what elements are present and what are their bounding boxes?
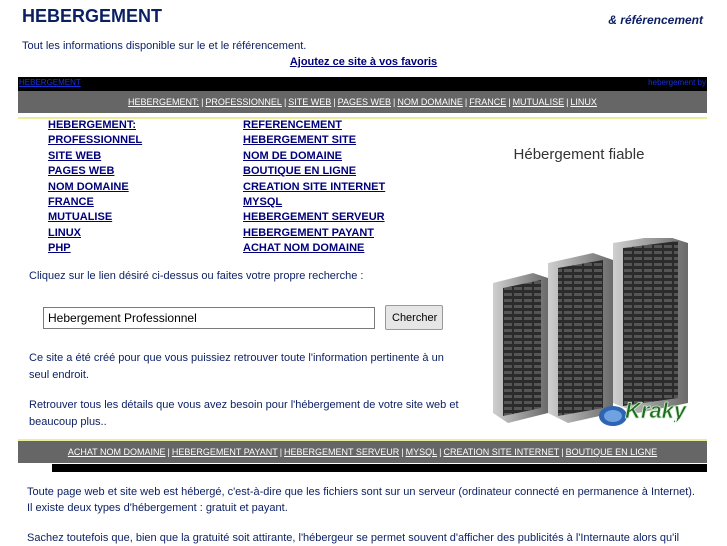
add-favorites-link[interactable]: Ajoutez ce site à vos favoris <box>0 56 727 68</box>
bottom-nav-link[interactable]: HEBERGEMENT SERVEUR <box>284 447 399 457</box>
link-item[interactable]: ACHAT NOM DOMAINE <box>243 242 385 257</box>
top-nav-link[interactable]: HEBERGEMENT: <box>128 97 199 107</box>
link-item[interactable]: LINUX <box>48 227 142 242</box>
servers-image: Kraky HOSTING <box>493 238 688 426</box>
link-item[interactable]: NOM DE DOMAINE <box>243 150 385 165</box>
site-tagline: & référencement <box>608 13 703 27</box>
article-paragraph: Toute page web et site web est hébergé, … <box>27 486 695 514</box>
links-column-1: HEBERGEMENT: PROFESSIONNEL SITE WEB PAGE… <box>48 119 142 258</box>
link-item[interactable]: HEBERGEMENT SERVEUR <box>243 211 385 226</box>
link-item[interactable]: REFERENCEMENT <box>243 119 385 134</box>
link-item[interactable]: BOUTIQUE EN LIGNE <box>243 165 385 180</box>
search-prompt: Cliquez sur le lien désiré ci-dessus ou … <box>29 270 364 282</box>
link-item[interactable]: HEBERGEMENT: <box>48 119 142 134</box>
top-nav-link[interactable]: NOM DOMAINE <box>397 97 463 107</box>
logo-sub: HOSTING <box>653 419 685 426</box>
top-bar-home-link[interactable]: HEBERGEMENT <box>19 78 81 87</box>
description-text: Retrouver tous les détails que vous avez… <box>29 399 459 428</box>
bottom-nav-link[interactable]: CREATION SITE INTERNET <box>443 447 559 457</box>
top-nav-link[interactable]: SITE WEB <box>288 97 331 107</box>
search-button[interactable]: Chercher <box>385 305 443 330</box>
top-nav-link[interactable]: PROFESSIONNEL <box>205 97 282 107</box>
top-nav-link[interactable]: MUTUALISE <box>513 97 565 107</box>
link-item[interactable]: PAGES WEB <box>48 165 142 180</box>
top-nav-link[interactable]: PAGES WEB <box>338 97 391 107</box>
top-nav-link[interactable]: FRANCE <box>469 97 506 107</box>
search-input[interactable] <box>43 307 375 329</box>
link-item[interactable]: NOM DOMAINE <box>48 181 142 196</box>
link-item[interactable]: SITE WEB <box>48 150 142 165</box>
article-paragraph: Sachez toutefois que, bien que la gratui… <box>27 532 680 544</box>
intro-text: Tout les informations disponible sur le … <box>22 40 307 52</box>
promo-heading: Hébergement fiable <box>513 146 645 163</box>
site-title: HEBERGEMENT <box>22 6 163 26</box>
link-item[interactable]: HEBERGEMENT PAYANT <box>243 227 385 242</box>
bottom-nav-link[interactable]: HEBERGEMENT PAYANT <box>172 447 278 457</box>
link-item[interactable]: PHP <box>48 242 142 257</box>
links-column-2: REFERENCEMENT HEBERGEMENT SITE NOM DE DO… <box>243 119 385 258</box>
description-text: Ce site a été créé pour que vous puissie… <box>29 352 444 381</box>
bottom-black-bar <box>52 464 707 472</box>
link-item[interactable]: HEBERGEMENT SITE <box>243 134 385 149</box>
link-item[interactable]: PROFESSIONNEL <box>48 134 142 149</box>
top-black-bar <box>18 77 707 91</box>
link-item[interactable]: FRANCE <box>48 196 142 211</box>
bottom-nav-link[interactable]: ACHAT NOM DOMAINE <box>68 447 166 457</box>
top-nav: HEBERGEMENT: | PROFESSIONNEL | SITE WEB | P… <box>18 91 707 113</box>
top-nav-link[interactable]: LINUX <box>570 97 597 107</box>
link-item[interactable]: MUTUALISE <box>48 211 142 226</box>
bottom-nav-link[interactable]: BOUTIQUE EN LIGNE <box>566 447 658 457</box>
bottom-nav-link[interactable]: MYSQL <box>406 447 438 457</box>
top-bar-credit: hebergement by <box>648 78 706 87</box>
bottom-nav: ACHAT NOM DOMAINE | HEBERGEMENT PAYANT | H… <box>18 441 707 463</box>
link-item[interactable]: MYSQL <box>243 196 385 211</box>
link-item[interactable]: CREATION SITE INTERNET <box>243 181 385 196</box>
